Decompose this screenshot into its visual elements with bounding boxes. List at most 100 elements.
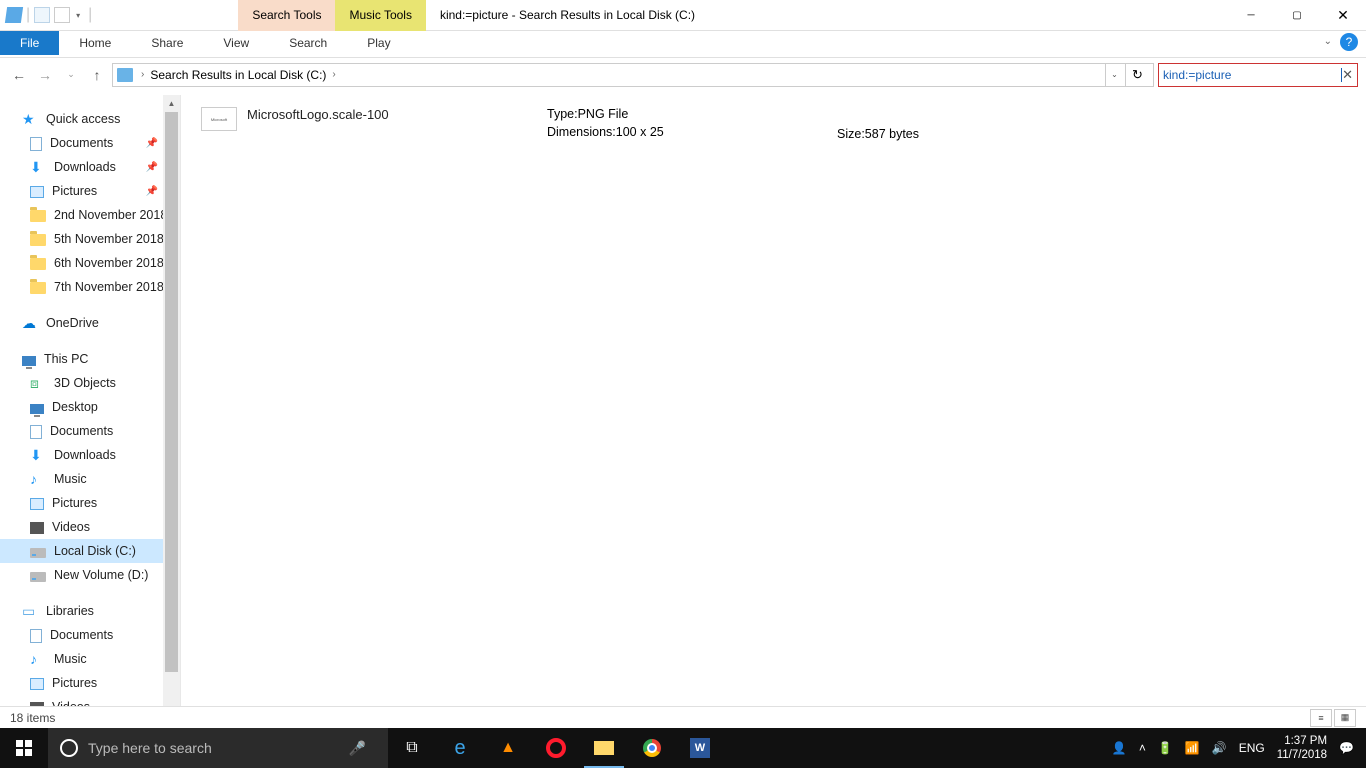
nav-recent-folder[interactable]: 6th November 2018 (0, 251, 180, 275)
explorer-body: ★ Quick access Documents📌 ⬇Downloads📌 Pi… (0, 95, 1366, 742)
nav-3d-objects[interactable]: ⧈3D Objects (0, 371, 180, 395)
breadcrumb-separator[interactable]: › (328, 69, 339, 80)
qat-dropdown-icon[interactable]: ▾ (76, 11, 80, 20)
breadcrumb-location[interactable]: Search Results in Local Disk (C:) (150, 68, 326, 82)
nav-lib-documents[interactable]: Documents (0, 623, 180, 647)
onedrive-icon: ☁ (22, 315, 38, 331)
address-bar-row: ← → ⌄ ↑ › Search Results in Local Disk (… (8, 62, 1358, 87)
address-bar[interactable]: › Search Results in Local Disk (C:) › ⌄ … (112, 63, 1154, 87)
vlc-icon[interactable]: ▲ (484, 728, 532, 768)
up-button[interactable]: ↑ (86, 64, 108, 86)
play-tab[interactable]: Play (347, 31, 410, 55)
cube-icon: ⧈ (30, 375, 46, 391)
search-placeholder: Type here to search (88, 740, 212, 756)
close-button[interactable]: ✕ (1320, 0, 1366, 31)
cortana-icon (60, 739, 78, 757)
nav-desktop[interactable]: Desktop (0, 395, 180, 419)
new-folder-icon[interactable] (54, 7, 70, 23)
content-area[interactable]: Microsoft MicrosoftLogo.scale-100 Type:P… (181, 95, 1366, 742)
details-view-button[interactable]: ≡ (1310, 709, 1332, 727)
time: 1:37 PM (1277, 734, 1327, 748)
nav-scrollbar[interactable]: ▲ ▼ (163, 95, 180, 742)
help-icon[interactable]: ? (1340, 33, 1358, 51)
nav-local-disk-c[interactable]: Local Disk (C:) (0, 539, 180, 563)
scroll-up-icon[interactable]: ▲ (163, 95, 180, 112)
nav-pictures[interactable]: Pictures📌 (0, 179, 180, 203)
nav-label: 2nd November 2018 (54, 208, 167, 222)
search-box[interactable]: kind:=picture ✕ (1158, 63, 1358, 87)
folder-icon (30, 258, 46, 270)
quick-access-node[interactable]: ★ Quick access (0, 107, 180, 131)
share-tab[interactable]: Share (131, 31, 203, 55)
nav-label: Documents (50, 628, 113, 642)
view-tab[interactable]: View (203, 31, 269, 55)
home-tab[interactable]: Home (59, 31, 131, 55)
nav-lib-pictures[interactable]: Pictures (0, 671, 180, 695)
recent-locations-button[interactable]: ⌄ (60, 64, 82, 86)
minimize-button[interactable]: ─ (1228, 0, 1274, 31)
nav-label: 6th November 2018 (54, 256, 164, 270)
nav-recent-folder[interactable]: 2nd November 2018 (0, 203, 180, 227)
language-indicator[interactable]: ENG (1239, 741, 1265, 755)
minimize-ribbon-icon[interactable]: ⌄ (1324, 36, 1332, 47)
nav-downloads[interactable]: ⬇Downloads📌 (0, 155, 180, 179)
maximize-button[interactable]: ▢ (1274, 0, 1320, 31)
clear-search-icon[interactable]: ✕ (1342, 67, 1353, 83)
word-icon[interactable]: W (676, 728, 724, 768)
qat-pipe: | (88, 6, 92, 24)
nav-downloads-pc[interactable]: ⬇Downloads (0, 443, 180, 467)
nav-label: 7th November 2018 (54, 280, 164, 294)
nav-videos-pc[interactable]: Videos (0, 515, 180, 539)
wifi-icon[interactable]: 📶 (1185, 741, 1200, 755)
breadcrumb-separator[interactable]: › (137, 69, 148, 80)
people-icon[interactable]: 👤 (1112, 741, 1127, 755)
window-controls: ─ ▢ ✕ (1228, 0, 1366, 31)
file-tab[interactable]: File (0, 31, 59, 55)
nav-label: New Volume (D:) (54, 568, 148, 582)
libraries-icon: ▭ (22, 603, 38, 619)
nav-recent-folder[interactable]: 7th November 2018 (0, 275, 180, 299)
file-explorer-taskbar-icon[interactable] (580, 728, 628, 768)
properties-icon[interactable] (34, 7, 50, 23)
nav-documents[interactable]: Documents📌 (0, 131, 180, 155)
music-tools-tab[interactable]: Music Tools (335, 0, 425, 31)
search-tab[interactable]: Search (269, 31, 347, 55)
chrome-icon[interactable] (628, 728, 676, 768)
microphone-icon[interactable]: 🎤 (349, 740, 366, 757)
thumbnails-view-button[interactable]: ▦ (1334, 709, 1356, 727)
battery-icon[interactable]: 🔋 (1158, 741, 1173, 755)
tray-overflow-icon[interactable]: ˄ (1139, 741, 1146, 755)
libraries-node[interactable]: ▭Libraries (0, 599, 180, 623)
start-button[interactable] (0, 728, 48, 768)
nav-label: Local Disk (C:) (54, 544, 136, 558)
nav-label: Videos (52, 520, 90, 534)
action-center-icon[interactable]: 💬 (1339, 741, 1354, 755)
folder-icon (30, 234, 46, 246)
nav-new-volume-d[interactable]: New Volume (D:) (0, 563, 180, 587)
refresh-button[interactable]: ↻ (1125, 63, 1149, 87)
address-history-dropdown[interactable]: ⌄ (1105, 63, 1123, 87)
nav-music-pc[interactable]: ♪Music (0, 467, 180, 491)
downloads-icon: ⬇ (30, 447, 46, 463)
pin-icon: 📌 (146, 186, 158, 197)
volume-icon[interactable]: 🔊 (1212, 741, 1227, 755)
scrollbar-thumb[interactable] (165, 112, 178, 672)
search-tools-tab[interactable]: Search Tools (238, 0, 335, 31)
dimensions-label: Dimensions: (547, 125, 616, 139)
nav-lib-music[interactable]: ♪Music (0, 647, 180, 671)
onedrive-node[interactable]: ☁OneDrive (0, 311, 180, 335)
nav-recent-folder[interactable]: 5th November 2018 (0, 227, 180, 251)
window-title: kind:=picture - Search Results in Local … (440, 8, 695, 22)
search-result-item[interactable]: Microsoft MicrosoftLogo.scale-100 Type:P… (181, 95, 1366, 149)
task-view-button[interactable]: ⧉ (388, 728, 436, 768)
taskbar-search[interactable]: Type here to search 🎤 (48, 728, 388, 768)
edge-icon[interactable]: e (436, 728, 484, 768)
nav-pictures-pc[interactable]: Pictures (0, 491, 180, 515)
opera-icon[interactable] (532, 728, 580, 768)
forward-button[interactable]: → (34, 64, 56, 86)
nav-documents-pc[interactable]: Documents (0, 419, 180, 443)
type-label: Type: (547, 107, 578, 121)
back-button[interactable]: ← (8, 64, 30, 86)
clock[interactable]: 1:37 PM 11/7/2018 (1277, 734, 1327, 762)
this-pc-node[interactable]: This PC (0, 347, 180, 371)
